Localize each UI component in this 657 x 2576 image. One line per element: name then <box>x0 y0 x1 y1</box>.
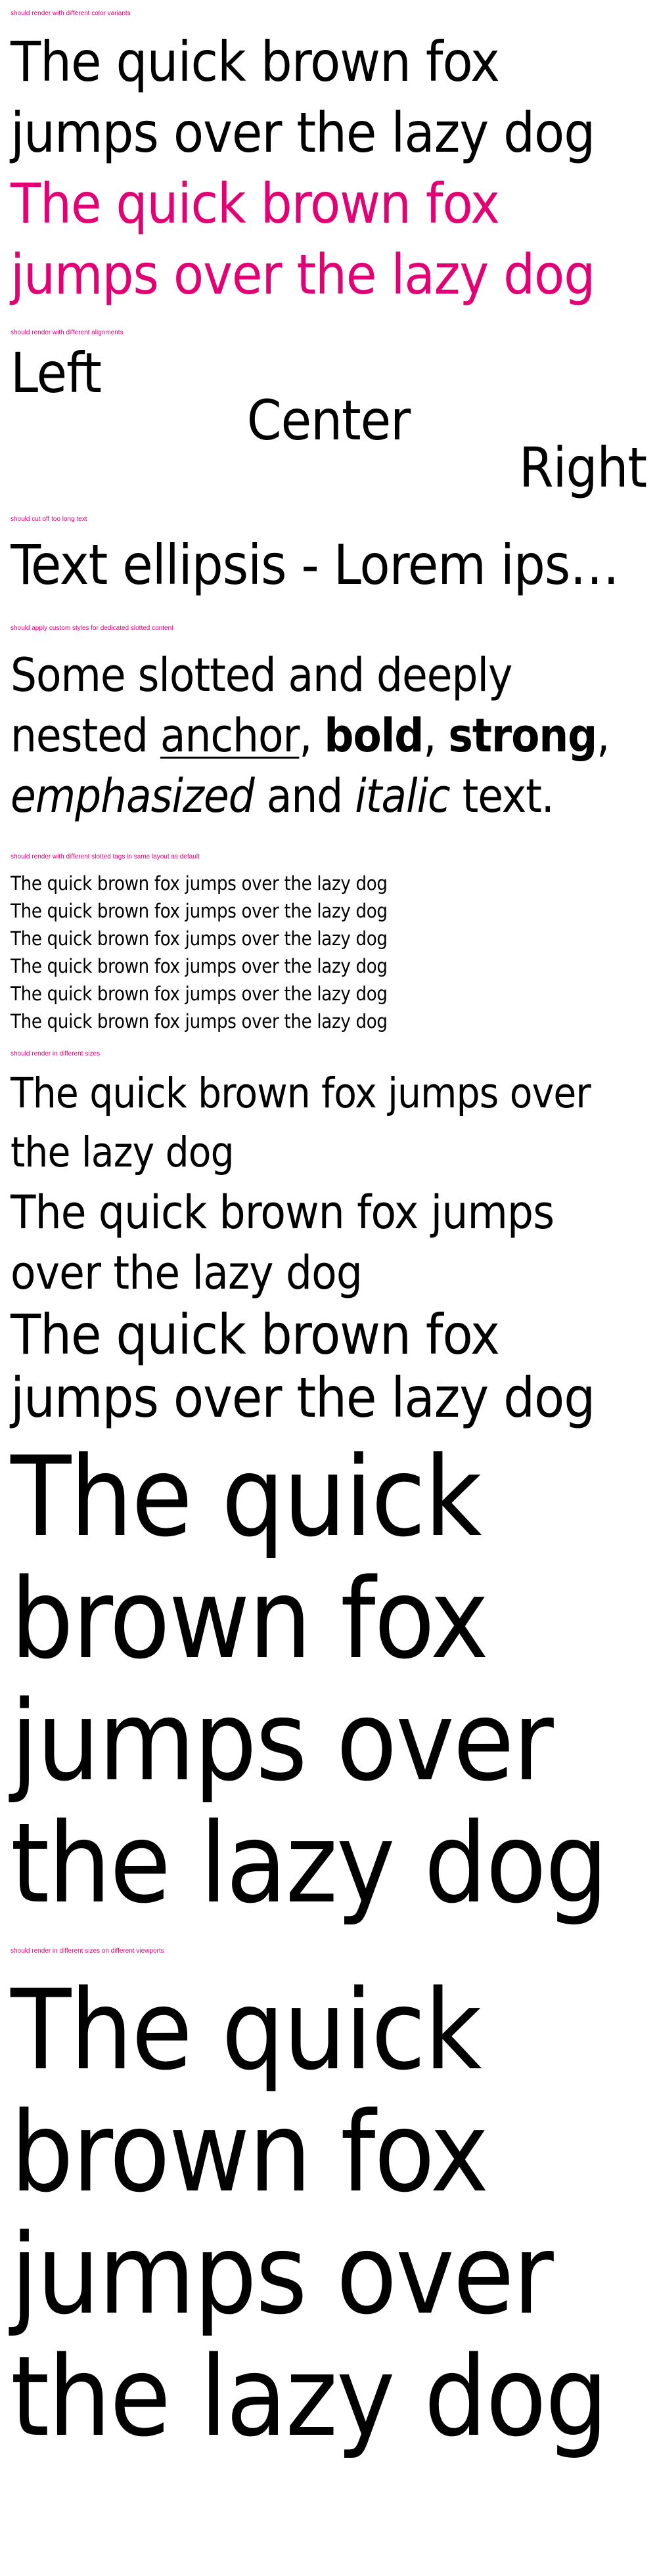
text-size-large: The quick brown fox jumps over the lazy … <box>11 1302 595 1430</box>
slotted-italic: italic <box>355 769 450 823</box>
text-ellipsis: Text ellipsis - Lorem ipsum dolor sit am… <box>11 533 646 597</box>
tag-line-blockquote: The quick brown fox jumps over the lazy … <box>11 983 388 1005</box>
section-label-viewports: should render in different sizes on diff… <box>11 1947 164 1955</box>
slotted-anchor-link[interactable]: anchor <box>160 709 300 763</box>
section-label-color: should render with different color varia… <box>11 10 131 17</box>
tag-line-div: The quick brown fox jumps over the lazy … <box>11 927 388 950</box>
slotted-sep3: , <box>597 709 610 763</box>
slotted-sep1: , <box>299 709 325 763</box>
section-label-ellipsis: should cut off too long text <box>11 516 87 523</box>
slotted-emphasized: emphasized <box>11 769 255 823</box>
section-label-sizes: should render in different sizes <box>11 1050 101 1057</box>
slotted-strong: strong <box>448 709 597 763</box>
slotted-end: text. <box>449 769 555 823</box>
text-size-small: The quick brown fox jumps over the lazy … <box>11 1069 591 1176</box>
tags-list: The quick brown fox jumps over the lazy … <box>11 870 646 1035</box>
slotted-sep2: , <box>423 709 449 763</box>
tag-line-span: The quick brown fox jumps over the lazy … <box>11 900 388 922</box>
text-size-xlarge: The quick brown fox jumps over the lazy … <box>11 1432 608 1928</box>
text-size-viewport: The quick brown fox jumps over the lazy … <box>11 1966 608 2461</box>
text-slotted: Some slotted and deeply nested anchor, b… <box>11 645 646 826</box>
tag-line-p: The quick brown fox jumps over the lazy … <box>11 872 388 895</box>
text-size-medium: The quick brown fox jumps over the lazy … <box>11 1186 555 1300</box>
text-default-color: The quick brown fox jumps over the lazy … <box>11 30 595 165</box>
page: should render with different color varia… <box>0 9 657 2458</box>
tag-line-address: The quick brown fox jumps over the lazy … <box>11 955 388 977</box>
slotted-and: and <box>254 769 355 823</box>
section-label-tags: should render with different slotted tag… <box>11 853 200 860</box>
section-label-slotted: should apply custom styles for dedicated… <box>11 625 173 632</box>
tag-line-figcaption: The quick brown fox jumps over the lazy … <box>11 1010 388 1033</box>
section-label-alignments: should render with different alignments <box>11 329 124 336</box>
slotted-bold: bold <box>324 709 424 763</box>
text-brand-color: The quick brown fox jumps over the lazy … <box>11 171 595 307</box>
